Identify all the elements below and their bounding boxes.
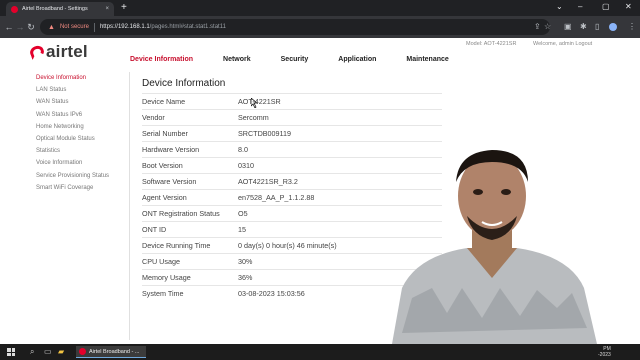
tab-close-icon[interactable]: ×: [105, 6, 109, 12]
top-navigation: Device Information Network Security Appl…: [130, 56, 479, 63]
row-value: 03-08-2023 15:03:56: [238, 289, 305, 298]
row-value: AOT-4221SR: [238, 97, 281, 106]
row-label: Device Name: [142, 97, 186, 106]
sidebar-menu: Device Information LAN Status WAN Status…: [30, 72, 130, 340]
row-value: 36%: [238, 273, 253, 282]
sidebar-item-statistics[interactable]: Statistics: [30, 145, 129, 157]
sidebar-item-lan-status[interactable]: LAN Status: [30, 84, 129, 96]
row-label: Vendor: [142, 113, 165, 122]
extension-icon[interactable]: ▣: [564, 22, 572, 32]
browser-tab[interactable]: Airtel Broadband - Settings ×: [6, 2, 114, 16]
reload-icon[interactable]: ↻: [24, 22, 38, 33]
star-icon[interactable]: ☆: [544, 22, 551, 32]
sidebar-item-home-networking[interactable]: Home Networking: [30, 121, 129, 133]
url-host: https://192.168.1.1: [99, 24, 150, 30]
omnibox-divider: [93, 22, 95, 32]
menu-icon[interactable]: ⋮: [628, 22, 636, 32]
row-value: Sercomm: [238, 113, 269, 122]
row-label: Software Version: [142, 177, 197, 186]
minimize-button[interactable]: –: [578, 2, 582, 12]
sidebar-icon[interactable]: ▯: [595, 22, 599, 32]
airtel-logo[interactable]: airtel: [28, 42, 88, 62]
airtel-swoosh-icon: [28, 43, 46, 61]
chrome-icon: [79, 348, 86, 355]
nav-network[interactable]: Network: [223, 56, 251, 63]
clock-date: -2023: [598, 352, 611, 358]
row-value: AOT4221SR_R3.2: [238, 177, 298, 186]
logo-text: airtel: [46, 42, 88, 61]
row-value: 30%: [238, 257, 253, 266]
taskbar-app-label: Airtel Broadband - ...: [89, 348, 140, 355]
table-row: Vendor Sercomm: [142, 109, 442, 125]
row-value: SRCTDB009119: [238, 129, 291, 138]
model-label: Model: AOT-4221SR: [466, 41, 517, 47]
url-path: /pages.html#stat.stat1.stat11: [149, 24, 226, 30]
row-label: Hardware Version: [142, 145, 200, 154]
share-icon[interactable]: ⇪: [534, 22, 541, 32]
sidebar-item-smart-wifi-coverage[interactable]: Smart WiFi Coverage: [30, 182, 129, 194]
row-label: Agent Version: [142, 193, 187, 202]
table-row: Device Name AOT-4221SR: [142, 93, 442, 109]
windows-taskbar: ⌕ ▭ ▰ Airtel Broadband - ... PM -2023: [0, 344, 640, 360]
row-label: ONT Registration Status: [142, 209, 220, 218]
sidebar-item-optical-module-status[interactable]: Optical Module Status: [30, 133, 129, 145]
welcome-logout[interactable]: Welcome, admin Logout: [533, 41, 592, 47]
row-value: O5: [238, 209, 248, 218]
tab-title: Airtel Broadband - Settings: [22, 6, 88, 12]
row-label: Boot Version: [142, 161, 183, 170]
sidebar-item-wan-status-ipv6[interactable]: WAN Status IPv6: [30, 109, 129, 121]
task-view-icon[interactable]: ▭: [44, 347, 52, 357]
sidebar-item-voice-information[interactable]: Voice Information: [30, 157, 129, 169]
sidebar-item-device-information[interactable]: Device Information: [30, 72, 129, 84]
close-window-button[interactable]: ✕: [625, 2, 632, 12]
profile-avatar[interactable]: [609, 23, 617, 31]
nav-application[interactable]: Application: [338, 56, 376, 63]
airtel-favicon-icon: [11, 5, 18, 13]
row-label: Memory Usage: [142, 273, 191, 282]
taskbar-chrome-app[interactable]: Airtel Broadband - ...: [76, 346, 146, 358]
address-bar[interactable]: ▲ Not secure https://192.168.1.1/pages.h…: [40, 19, 550, 35]
row-value: en7528_AA_P_1.1.2.88: [238, 193, 315, 202]
extensions-icon[interactable]: ✱: [580, 22, 587, 32]
system-clock[interactable]: PM -2023: [598, 346, 611, 358]
sidebar-item-wan-status[interactable]: WAN Status: [30, 96, 129, 108]
presenter-webcam-overlay: [392, 150, 597, 344]
row-label: CPU Usage: [142, 257, 180, 266]
new-tab-button[interactable]: +: [121, 2, 127, 14]
row-label: Serial Number: [142, 129, 188, 138]
nav-maintenance[interactable]: Maintenance: [406, 56, 448, 63]
row-value: 0 day(s) 0 hour(s) 46 minute(s): [238, 241, 337, 250]
windows-start-icon[interactable]: [7, 348, 15, 356]
page-title: Device Information: [142, 78, 226, 89]
tab-search-icon[interactable]: ⌄: [556, 2, 563, 12]
browser-toolbar: ← → ↻ ▲ Not secure https://192.168.1.1/p…: [0, 16, 640, 38]
router-settings-page: airtel Model: AOT-4221SR Welcome, admin …: [0, 38, 640, 344]
file-explorer-icon[interactable]: ▰: [58, 347, 64, 357]
row-value: 0310: [238, 161, 254, 170]
sidebar-item-service-provisioning-status[interactable]: Service Provisioning Status: [30, 170, 129, 182]
url-text[interactable]: https://192.168.1.1/pages.html#stat.stat…: [100, 24, 226, 30]
security-label[interactable]: Not secure: [60, 24, 89, 30]
row-value: 8.0: [238, 145, 248, 154]
search-icon[interactable]: ⌕: [30, 347, 34, 357]
row-label: System Time: [142, 289, 184, 298]
nav-security[interactable]: Security: [281, 56, 309, 63]
nav-device-information[interactable]: Device Information: [130, 56, 193, 63]
warning-icon[interactable]: ▲: [48, 24, 55, 31]
row-value: 15: [238, 225, 246, 234]
maximize-button[interactable]: ▢: [602, 2, 610, 12]
browser-tab-strip: Airtel Broadband - Settings × + ⌄ – ▢ ✕: [0, 0, 640, 16]
row-label: Device Running Time: [142, 241, 211, 250]
row-label: ONT ID: [142, 225, 167, 234]
